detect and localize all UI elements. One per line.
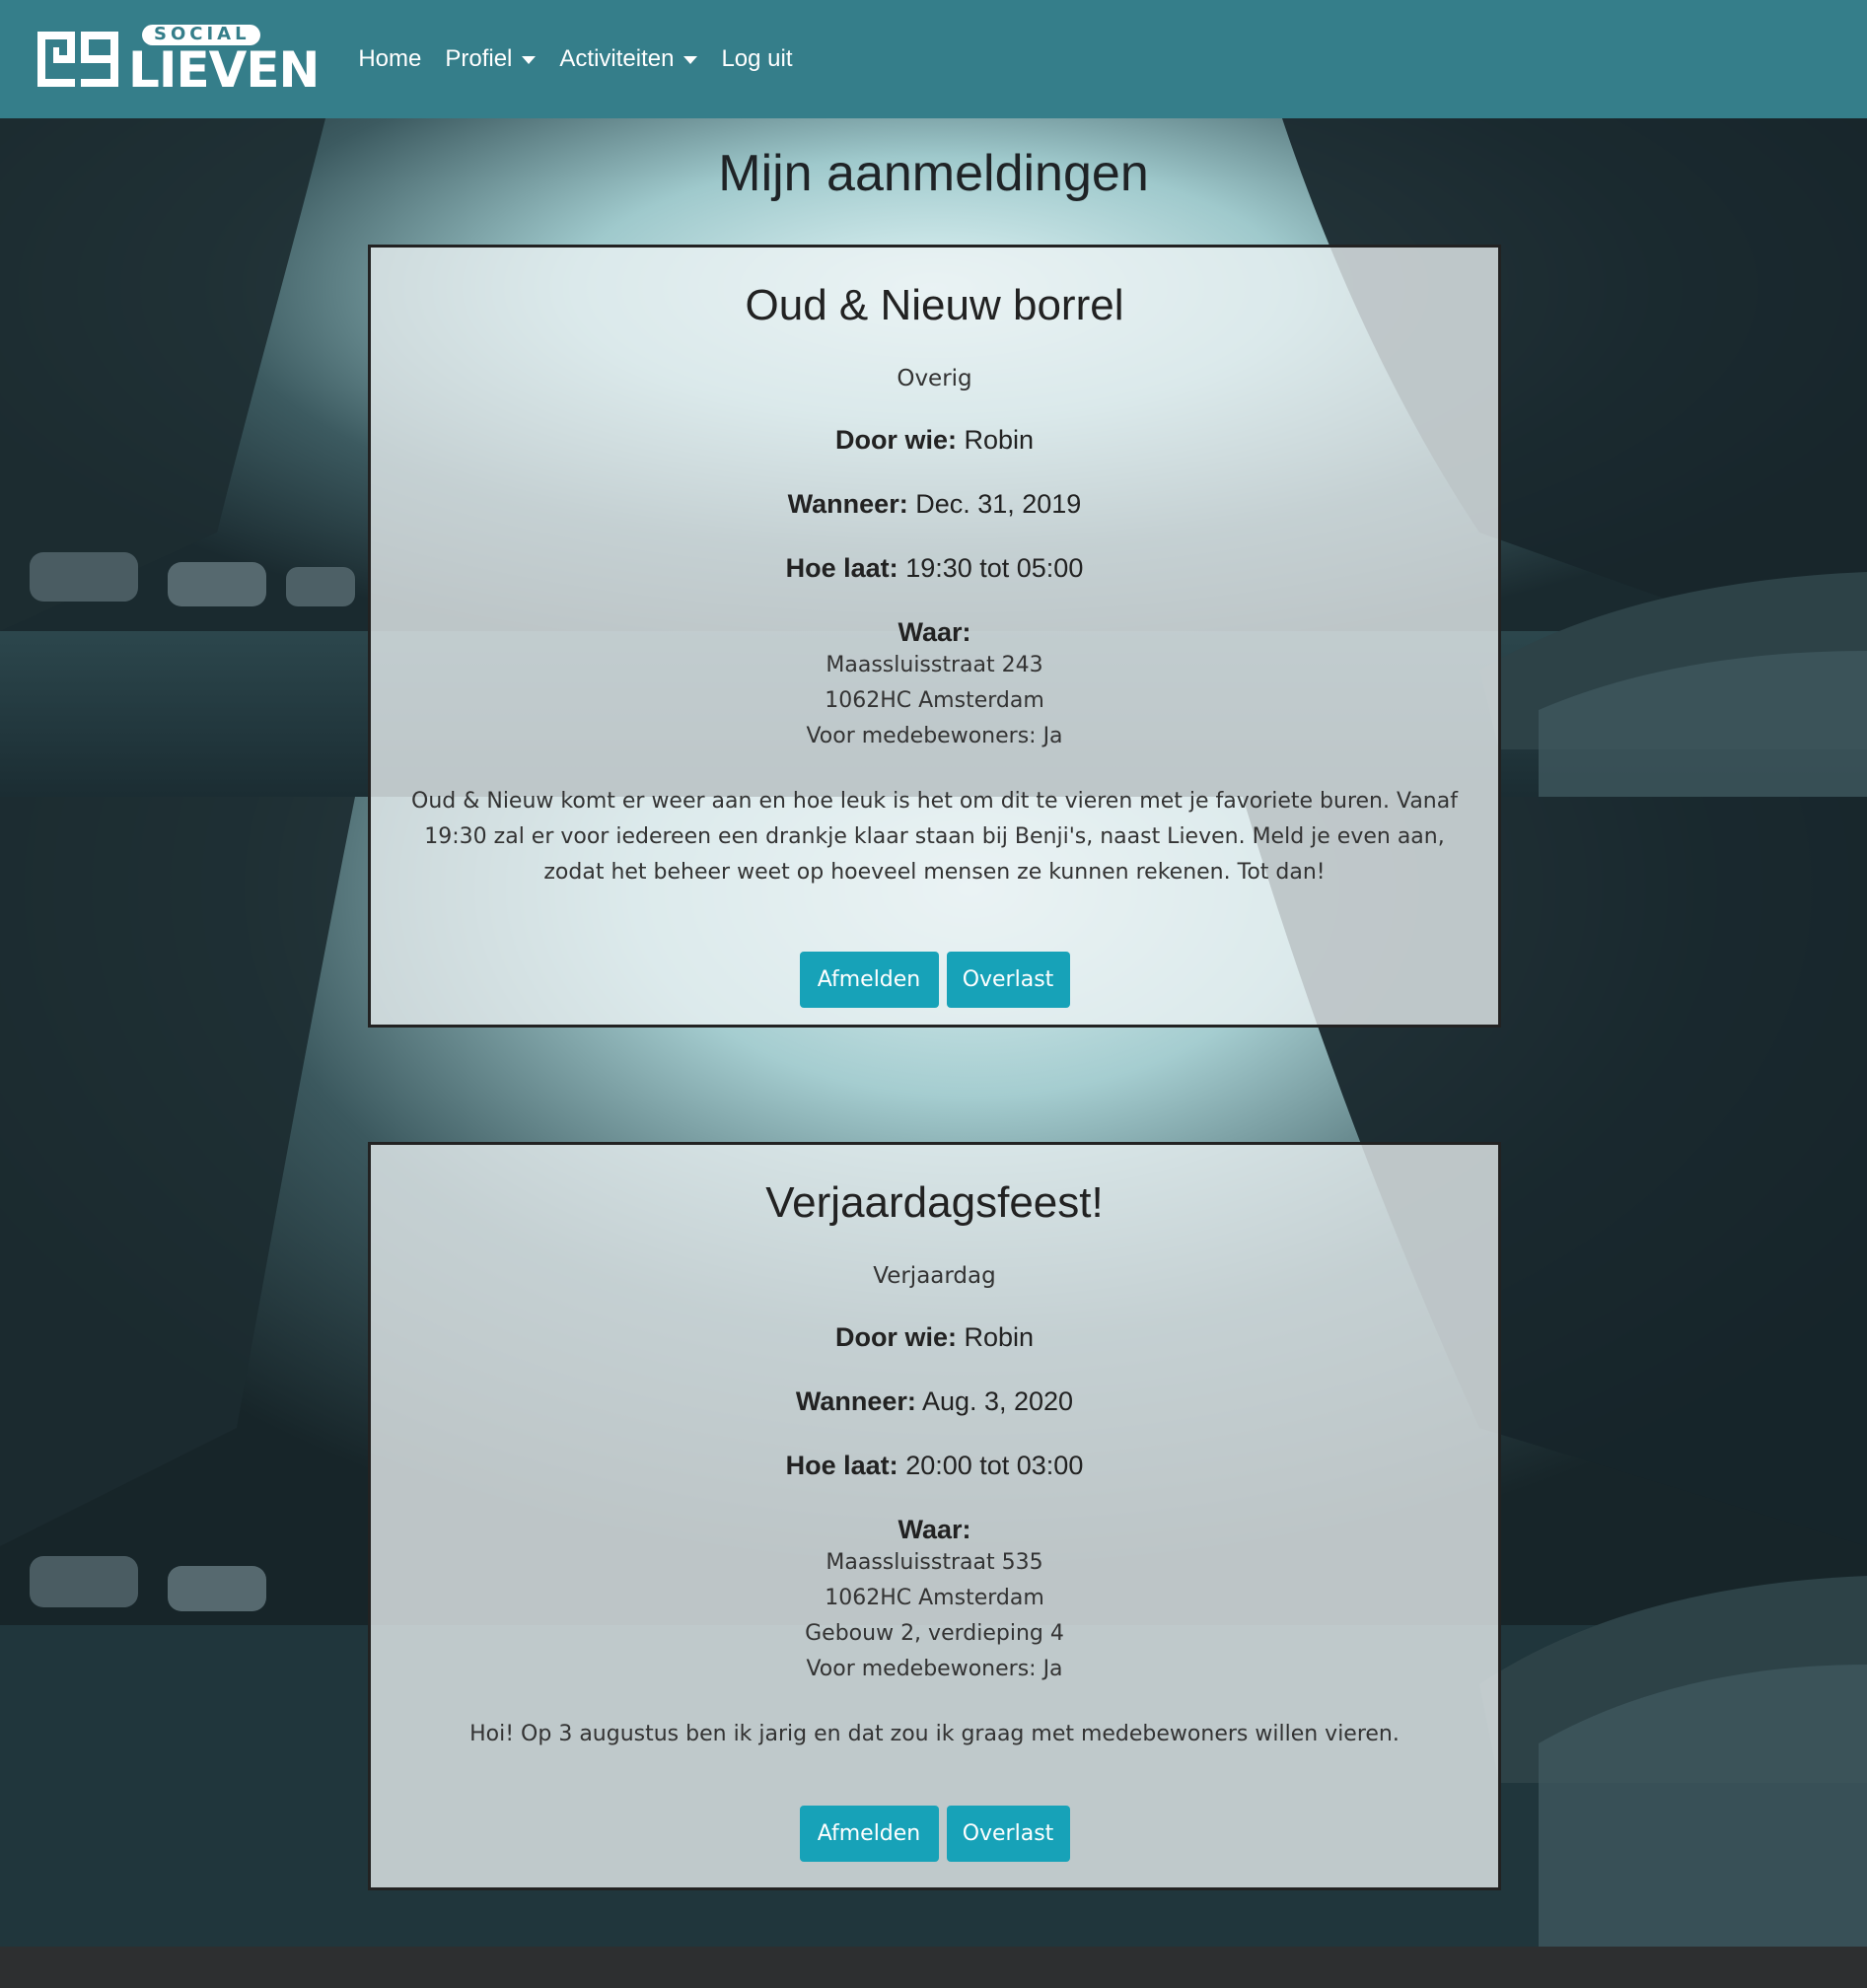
address-line: Voor medebewoners: Ja [806,724,1063,748]
event-card: Oud & Nieuw borrel Overig Door wie: Robi… [368,245,1501,1028]
where-label: Waar: [898,617,971,647]
brand-logo[interactable]: SOCIAL LIEVEN [36,20,320,99]
address-line: Gebouw 2, verdieping 4 [805,1621,1064,1646]
event-actions: Afmelden Overlast [371,952,1498,1008]
page-title: Mijn aanmeldingen [718,145,1149,202]
event-host: Door wie: Robin [371,1322,1498,1353]
address-line: 1062HC Amsterdam [825,688,1044,713]
date-label: Wanneer: [795,1386,916,1416]
nav-logout[interactable]: Log uit [721,45,792,73]
nav-home-label: Home [358,45,422,72]
time-label: Hoe laat: [785,553,898,583]
host-value: Robin [964,1322,1035,1352]
event-card: Verjaardagsfeest! Verjaardag Door wie: R… [368,1142,1501,1890]
footer [0,1947,1867,1988]
nav-logout-label: Log uit [721,45,793,72]
nav-activiteiten-label: Activiteiten [559,45,675,72]
overlast-button[interactable]: Overlast [946,1806,1070,1862]
date-value: Aug. 3, 2020 [921,1386,1074,1416]
host-label: Door wie: [834,425,957,455]
host-value: Robin [964,425,1035,455]
overlast-button[interactable]: Overlast [946,952,1070,1008]
date-value: Dec. 31, 2019 [915,489,1082,519]
nav-profiel-label: Profiel [445,45,513,72]
address-line: Maassluisstraat 535 [826,1550,1043,1575]
address-line: 1062HC Amsterdam [825,1586,1044,1610]
logo-mark-icon [37,32,118,87]
event-description: Oud & Nieuw komt er weer aan en hoe leuk… [411,789,1458,885]
afmelden-button[interactable]: Afmelden [799,1806,939,1862]
event-date: Wanneer: Aug. 3, 2020 [371,1386,1498,1417]
time-value: 20:00 tot 03:00 [905,1451,1084,1480]
time-label: Hoe laat: [785,1451,898,1480]
event-title: Verjaardagsfeest! [765,1178,1104,1227]
where-label: Waar: [898,1515,971,1544]
time-value: 19:30 tot 05:00 [905,553,1084,583]
caret-down-icon [683,56,698,64]
host-label: Door wie: [834,1322,957,1352]
event-time: Hoe laat: 19:30 tot 05:00 [371,553,1498,584]
address-line: Maassluisstraat 243 [826,653,1043,677]
nav-profiel-dropdown[interactable]: Profiel [445,45,537,73]
navbar: SOCIAL LIEVEN Home Profiel Activiteiten … [0,0,1867,118]
brand-text: SOCIAL LIEVEN [128,24,320,99]
event-description: Hoi! Op 3 augustus ben ik jarig en dat z… [469,1722,1400,1746]
brand-name: LIEVEN [128,40,320,99]
event-host: Door wie: Robin [371,425,1498,456]
event-time: Hoe laat: 20:00 tot 03:00 [371,1451,1498,1481]
event-title: Oud & Nieuw borrel [745,281,1124,329]
afmelden-button[interactable]: Afmelden [799,952,939,1008]
event-date: Wanneer: Dec. 31, 2019 [371,489,1498,520]
nav-activiteiten-dropdown[interactable]: Activiteiten [559,45,698,73]
event-actions: Afmelden Overlast [371,1806,1498,1862]
caret-down-icon [522,56,537,64]
event-category: Overig [897,366,972,391]
event-category: Verjaardag [873,1263,996,1289]
address-line: Voor medebewoners: Ja [806,1657,1063,1681]
date-label: Wanneer: [787,489,908,519]
nav-links: Home Profiel Activiteiten Log uit [358,45,816,73]
nav-home[interactable]: Home [358,45,421,73]
